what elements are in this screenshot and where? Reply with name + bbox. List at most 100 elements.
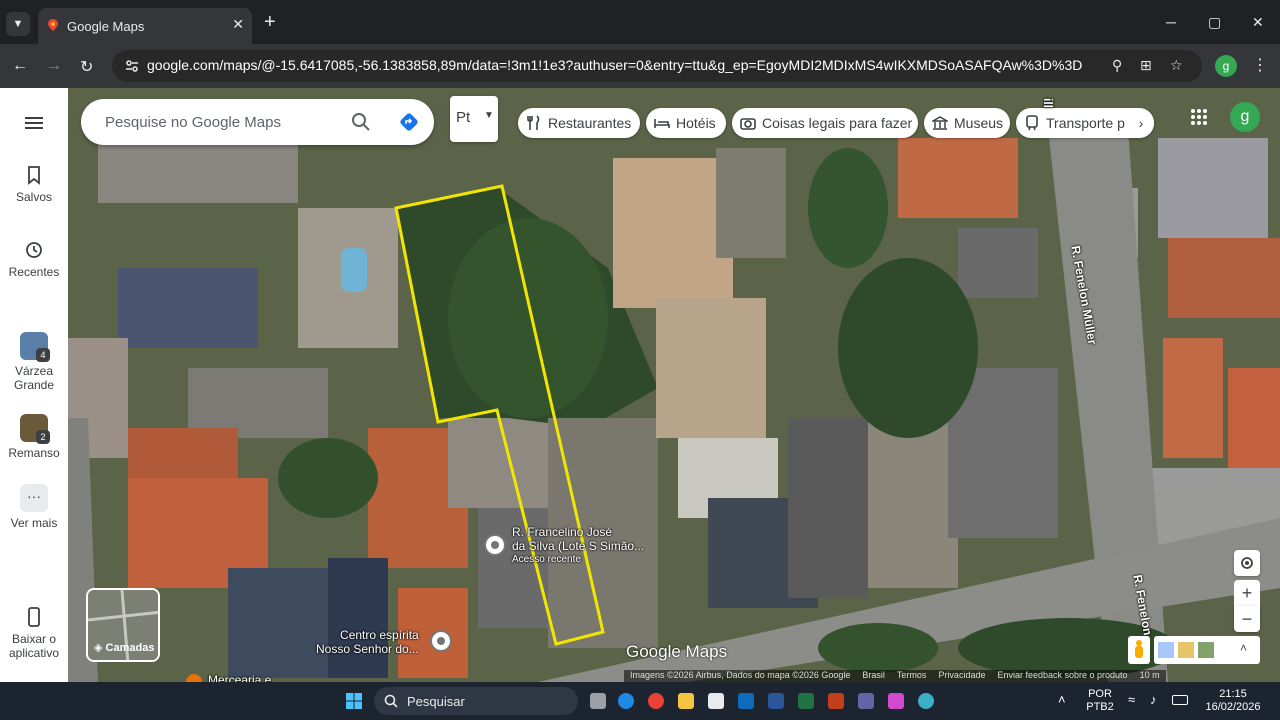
language-line: POR (1088, 688, 1112, 700)
windows-start-icon[interactable] (346, 693, 362, 709)
search-box[interactable]: Pesquise no Google Maps (81, 99, 434, 145)
browser-tab-bar: ▼ Google Maps ✕ + ─ ▢ ✕ (0, 0, 1280, 44)
taskbar-search-label: Pesquisar (407, 694, 465, 709)
directions-icon[interactable] (398, 111, 420, 133)
map-attribution: Imagens ©2026 Airbus, Dados do mapa ©202… (624, 670, 1166, 682)
browser-toolbar: ← → ↻ google.com/maps/@-15.6417085,-56.1… (0, 44, 1280, 88)
map-type-thumbnail[interactable] (1198, 642, 1214, 658)
profile-avatar[interactable]: g (1215, 55, 1237, 77)
input-tools-button[interactable]: Pt ▼ (450, 96, 498, 142)
active-tab[interactable]: Google Maps ✕ (38, 8, 252, 44)
map-type-thumbnail[interactable] (1178, 642, 1194, 658)
bookmark-star-icon[interactable]: ☆ (1170, 57, 1183, 74)
chip-things-to-do[interactable]: Coisas legais para fazer (732, 108, 918, 138)
phone-icon (28, 607, 40, 627)
install-app-icon[interactable]: ⊞ (1140, 57, 1152, 74)
chip-transport[interactable]: Transporte p › (1016, 108, 1154, 138)
map-type-thumbnail[interactable] (1158, 642, 1174, 658)
privacy-link[interactable]: Privacidade (938, 670, 985, 682)
file-explorer-icon[interactable] (678, 693, 694, 709)
map-type-switcher[interactable]: ˄ (1154, 636, 1260, 664)
tray-overflow-icon[interactable]: ˄ (1058, 692, 1066, 707)
sidebar-item-recent[interactable]: Recentes (0, 239, 68, 279)
taskbar-search[interactable]: Pesquisar (374, 687, 578, 715)
input-language-indicator[interactable]: POR PTB2 (1082, 688, 1118, 714)
layers-label: ◈ Camadas (94, 642, 155, 654)
word-icon[interactable] (768, 693, 784, 709)
zoom-in-button[interactable]: + (1234, 580, 1260, 606)
poi-label-partial[interactable]: Mercearia e (208, 673, 271, 682)
teams-icon[interactable] (858, 693, 874, 709)
train-icon (1026, 115, 1038, 131)
sidebar-item-recent-place-2[interactable]: 2 Remanso (0, 414, 68, 460)
address-bar[interactable]: google.com/maps/@-15.6417085,-56.1383858… (112, 50, 1202, 82)
outlook-icon[interactable] (738, 693, 754, 709)
zoom-out-button[interactable]: − (1234, 606, 1260, 632)
clock-time: 21:15 (1219, 688, 1247, 700)
powerpoint-icon[interactable] (828, 693, 844, 709)
url-text: google.com/maps/@-15.6417085,-56.1383858… (147, 57, 1083, 73)
menu-button[interactable] (0, 112, 68, 138)
chevron-down-icon: ▼ (484, 110, 494, 121)
map-canvas[interactable]: Pesquise no Google Maps Pt ▼ Restaurante… (68, 88, 1280, 682)
place-thumbnail: 2 (20, 414, 50, 444)
terms-link[interactable]: Termos (897, 670, 927, 682)
place-pin-icon[interactable] (484, 534, 506, 556)
chip-restaurants[interactable]: Restaurantes (518, 108, 640, 138)
back-arrow-icon[interactable]: ← (12, 57, 28, 75)
new-tab-button[interactable]: + (264, 12, 276, 32)
satellite-imagery (68, 88, 1280, 682)
chevron-up-icon[interactable]: ˄ (1240, 641, 1247, 655)
store-icon[interactable] (708, 693, 724, 709)
sidebar-item-more[interactable]: ··· Ver mais (0, 484, 68, 530)
tab-close-icon[interactable]: ✕ (232, 16, 244, 33)
clock[interactable]: 21:15 16/02/2026 (1200, 688, 1266, 714)
excel-icon[interactable] (798, 693, 814, 709)
chevron-right-icon[interactable]: › (1128, 108, 1154, 138)
bookmark-icon (28, 166, 40, 185)
search-icon[interactable] (351, 112, 371, 132)
tab-search-button[interactable]: ▼ (6, 12, 30, 36)
layers-button[interactable]: ◈ Camadas (86, 588, 160, 662)
sidebar-item-saved[interactable]: Salvos (0, 164, 68, 204)
chip-hotels[interactable]: Hotéis (646, 108, 726, 138)
sidebar-item-label: Baixar o (11, 632, 57, 646)
google-apps-icon[interactable] (1190, 108, 1208, 126)
chip-museums[interactable]: Museus (924, 108, 1010, 138)
edge-icon[interactable] (618, 693, 634, 709)
reload-icon[interactable]: ↻ (80, 57, 93, 77)
wifi-icon[interactable]: ≈ (1128, 692, 1135, 707)
bed-icon (654, 119, 670, 128)
battery-icon[interactable] (1172, 695, 1188, 705)
account-avatar[interactable]: g (1230, 102, 1260, 132)
get-app-button[interactable]: Baixar o aplicativo (0, 606, 68, 660)
chip-label: Museus (954, 115, 1004, 131)
window-close-button[interactable]: ✕ (1252, 14, 1264, 31)
site-info-icon[interactable] (124, 58, 140, 74)
chrome-icon[interactable] (648, 693, 664, 709)
forward-arrow-icon[interactable]: → (46, 57, 62, 75)
windows-taskbar: Pesquisar ˄ POR PTB2 ≈ ♪ 21:15 16/02/202… (0, 682, 1280, 720)
poi-label[interactable]: Centro espírita Nosso Senhor do... (316, 628, 419, 656)
country-link[interactable]: Brasil (862, 670, 885, 682)
copilot-icon[interactable] (888, 693, 904, 709)
street-view-pegman[interactable] (1128, 636, 1150, 664)
poi-name-line: Nosso Senhor do... (316, 642, 419, 656)
task-view-icon[interactable] (590, 693, 606, 709)
minimize-button[interactable]: ─ (1166, 14, 1176, 30)
tab-title: Google Maps (67, 19, 145, 34)
my-location-button[interactable] (1234, 550, 1260, 576)
sidebar-item-recent-place-1[interactable]: 4 Várzea Grande (0, 332, 68, 392)
museum-icon (932, 116, 948, 130)
poi-pin-icon[interactable] (430, 630, 452, 652)
location-icon[interactable]: ⚲ (1112, 57, 1122, 74)
feedback-link[interactable]: Enviar feedback sobre o produto (997, 670, 1127, 682)
volume-icon[interactable]: ♪ (1150, 692, 1157, 707)
app-icon[interactable] (918, 693, 934, 709)
scale-bar[interactable]: 10 m (1140, 670, 1160, 682)
maximize-button[interactable]: ▢ (1208, 14, 1221, 31)
place-label[interactable]: R. Francelino José da Silva (Lote S Simã… (512, 525, 644, 567)
search-input[interactable]: Pesquise no Google Maps (105, 114, 281, 131)
google-maps-favicon-icon (48, 19, 58, 31)
browser-menu-icon[interactable]: ⋮ (1252, 55, 1268, 75)
